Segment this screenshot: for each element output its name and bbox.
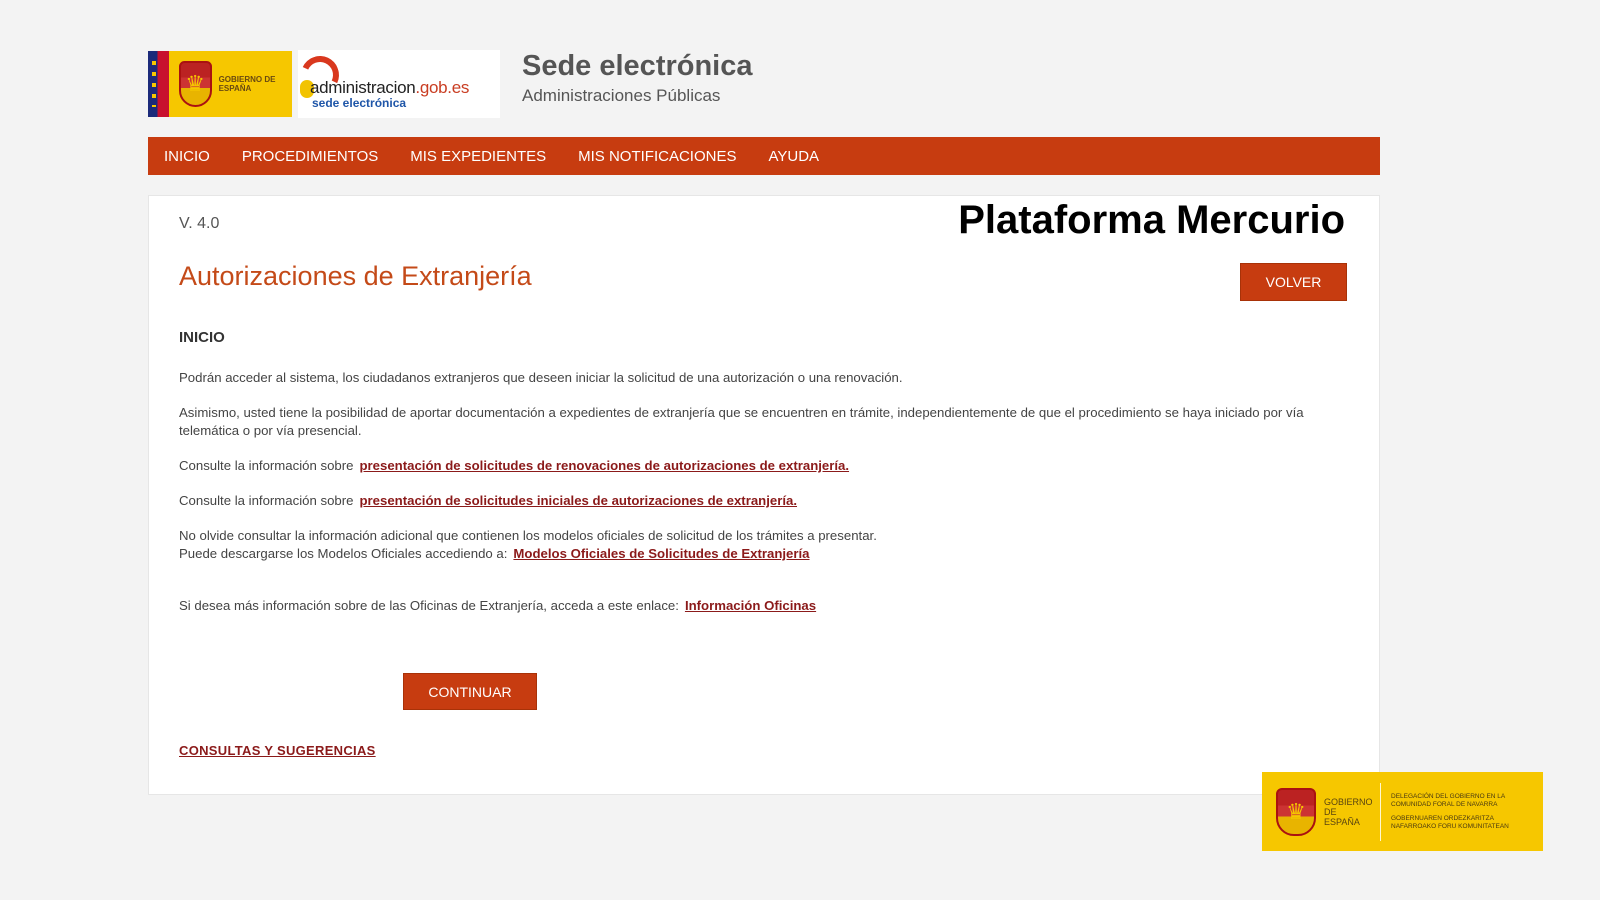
coat-of-arms-icon: ♛ (178, 61, 212, 107)
version-label: V. 4.0 (179, 215, 220, 232)
volver-button[interactable]: VOLVER (1240, 263, 1347, 301)
gobierno-espana-logo[interactable]: ♛ GOBIERNO DE ESPAÑA (148, 51, 292, 117)
admin-logo-name: administracion.gob.es (310, 78, 469, 98)
modelos-oficiales-link[interactable]: Modelos Oficiales de Solicitudes de Extr… (513, 546, 809, 561)
informacion-oficinas-link[interactable]: Información Oficinas (685, 598, 816, 613)
modelos-info-line2: Puede descargarse los Modelos Oficiales … (179, 545, 1357, 563)
nav-item-mis-expedientes[interactable]: MIS EXPEDIENTES (410, 148, 546, 165)
iniciales-info-text: Consulte la información sobre (179, 493, 354, 508)
overlay-title: Plataforma Mercurio (958, 198, 1345, 242)
delegacion-gobierno-logo: ♛ GOBIERNO DE ESPAÑA DELEGACIÓN DEL GOBI… (1262, 772, 1543, 851)
footer-divider (1380, 782, 1381, 841)
intro-paragraph: Podrán acceder al sistema, los ciudadano… (179, 370, 903, 385)
documentation-paragraph: Asimismo, usted tiene la posibilidad de … (179, 405, 1304, 438)
section-heading: INICIO (179, 329, 225, 346)
nav-item-ayuda[interactable]: AYUDA (768, 148, 819, 165)
nav-item-inicio[interactable]: INICIO (164, 148, 210, 165)
administracion-logo[interactable]: administracion.gob.es sede electrónica (295, 50, 500, 118)
main-nav: INICIO PROCEDIMIENTOS MIS EXPEDIENTES MI… (148, 137, 1380, 175)
admin-logo-name-part2: .gob.es (415, 78, 470, 97)
iniciales-link[interactable]: presentación de solicitudes iniciales de… (359, 493, 797, 508)
coat-of-arms-icon: ♛ (1276, 787, 1316, 836)
admin-logo-subtitle: sede electrónica (312, 96, 407, 110)
renovaciones-link[interactable]: presentación de solicitudes de renovacio… (359, 458, 849, 473)
nav-item-procedimientos[interactable]: PROCEDIMIENTOS (242, 148, 378, 165)
footer-delegacion-text: DELEGACIÓN DEL GOBIERNO EN LA COMUNIDAD … (1391, 793, 1521, 831)
footer-delegacion-line1: DELEGACIÓN DEL GOBIERNO EN LA COMUNIDAD … (1391, 792, 1505, 808)
page-title: Autorizaciones de Extranjería (179, 261, 532, 291)
modelos-info-line2-text: Puede descargarse los Modelos Oficiales … (179, 546, 508, 561)
iniciales-info: Consulte la información sobre presentació… (179, 492, 1357, 510)
eu-flag-icon (148, 51, 169, 117)
modelos-info: No olvide consultar la información adici… (179, 527, 1357, 563)
modelos-info-line1: No olvide consultar la información adici… (179, 528, 877, 543)
site-header: ♛ GOBIERNO DE ESPAÑA administracion.gob.… (148, 50, 1380, 118)
nav-item-mis-notificaciones[interactable]: MIS NOTIFICACIONES (578, 148, 736, 165)
renovaciones-info-text: Consulte la información sobre (179, 458, 354, 473)
admin-logo-name-part1: administracion (310, 78, 416, 97)
gobierno-logo-text: GOBIERNO DE ESPAÑA (218, 75, 276, 93)
renovaciones-info: Consulte la información sobre presentació… (179, 457, 1357, 475)
continuar-button[interactable]: CONTINUAR (403, 673, 537, 710)
site-subtitle: Administraciones Públicas (522, 86, 721, 105)
consultas-sugerencias-link[interactable]: CONSULTAS Y SUGERENCIAS (179, 743, 376, 758)
site-title: Sede electrónica (522, 50, 753, 82)
footer-gobierno-text: GOBIERNO DE ESPAÑA (1324, 796, 1373, 827)
oficinas-info: Si desea más información sobre de las Of… (179, 597, 1357, 615)
footer-delegacion-line2: GOBERNUAREN ORDEZKARITZA NAFARROAKO FORU… (1391, 814, 1509, 830)
main-content-card: V. 4.0 Plataforma Mercurio Autorizacione… (148, 195, 1380, 795)
oficinas-info-text: Si desea más información sobre de las Of… (179, 598, 679, 613)
